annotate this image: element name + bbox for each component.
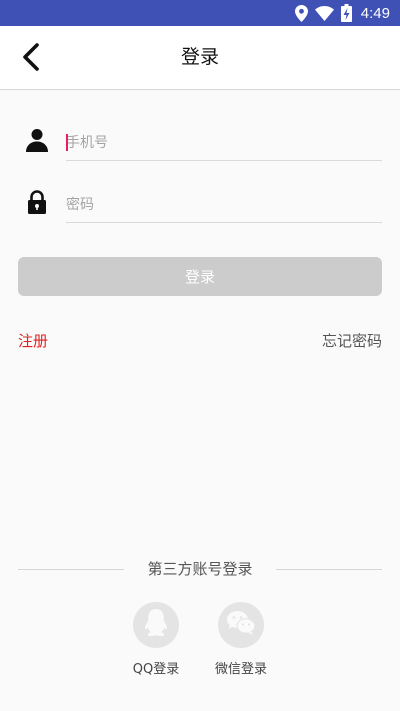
- user-icon: [26, 128, 48, 152]
- qq-icon-circle: [133, 602, 179, 648]
- app-bar: 登录: [0, 26, 400, 90]
- back-arrow-icon: [22, 43, 40, 75]
- back-button[interactable]: [14, 42, 48, 76]
- lock-icon: [26, 190, 48, 214]
- qq-login-button[interactable]: QQ登录: [121, 602, 191, 677]
- page-title: 登录: [180, 46, 219, 68]
- phone-input[interactable]: [66, 126, 382, 161]
- status-icons: 4:49: [294, 0, 390, 26]
- forgot-password-link[interactable]: 忘记密码: [322, 330, 382, 351]
- wechat-login-label: 微信登录: [214, 662, 267, 677]
- register-link[interactable]: 注册: [18, 330, 48, 351]
- password-field-row: [18, 188, 382, 228]
- password-input[interactable]: [66, 188, 382, 223]
- location-icon: [294, 4, 308, 22]
- qq-icon: [142, 608, 170, 642]
- text-cursor: [66, 134, 68, 151]
- qq-login-label: QQ登录: [132, 662, 180, 677]
- wechat-login-button[interactable]: 微信登录: [206, 602, 276, 677]
- wechat-icon-circle: [218, 602, 264, 648]
- wechat-icon: [226, 610, 256, 640]
- login-button[interactable]: 登录: [18, 257, 382, 296]
- status-time: 4:49: [360, 4, 390, 22]
- divider-right: [276, 569, 382, 570]
- third-party-header: 第三方账号登录: [18, 558, 382, 580]
- status-bar: 4:49: [0, 0, 400, 26]
- wifi-icon: [314, 5, 334, 21]
- battery-charging-icon: [340, 4, 352, 22]
- phone-field-row: [18, 126, 382, 166]
